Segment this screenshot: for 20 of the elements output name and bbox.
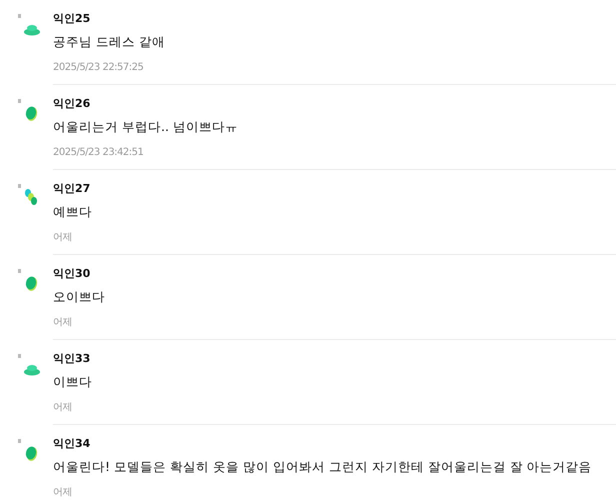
author-name: 익인26 <box>53 97 90 110</box>
comment-text: 이쁘다 <box>53 374 92 389</box>
comment-time: 2025/5/23 22:57:25 <box>53 62 144 73</box>
comment-time: 2025/5/23 23:42:51 <box>53 147 144 158</box>
author-name: 익인34 <box>53 437 90 450</box>
comment-time: 어제 <box>53 487 72 498</box>
comment-text: 공주님 드레스 같애 <box>53 34 165 49</box>
comment-text: 예쁘다 <box>53 204 92 219</box>
author-name: 익인25 <box>53 12 90 25</box>
comment-time: 어제 <box>53 317 72 328</box>
avatar-icon <box>18 354 42 378</box>
comment-text: 어울리는거 부럽다.. 넘이쁘다ㅠ <box>53 119 238 134</box>
author-name: 익인33 <box>53 352 90 365</box>
author-name: 익인30 <box>53 267 90 280</box>
comment-time: 어제 <box>53 402 72 413</box>
avatar-icon <box>18 14 42 38</box>
author-name: 익인27 <box>53 182 90 195</box>
comment-text: 어울린다! 모델들은 확실히 옷을 많이 입어봐서 그런지 자기한테 잘어울리는걸 잘 아는거같음 <box>53 459 592 474</box>
comment-time: 어제 <box>53 232 72 243</box>
comment-text: 오이쁘다 <box>53 289 105 304</box>
